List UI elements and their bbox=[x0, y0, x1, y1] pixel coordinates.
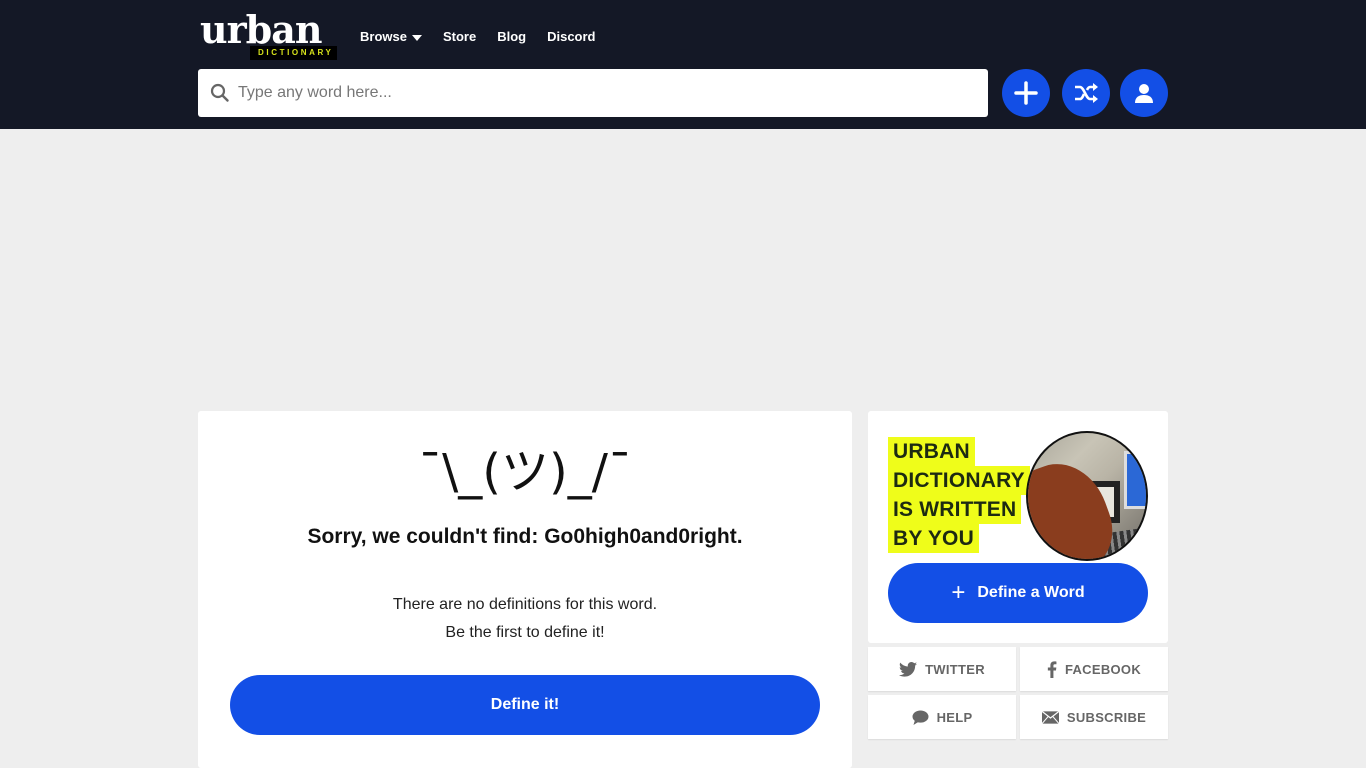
help-button[interactable]: HELP bbox=[868, 695, 1016, 739]
not-found-heading: Sorry, we couldn't find: Go0high0and0rig… bbox=[307, 525, 743, 548]
promo-line: DICTIONARY bbox=[888, 466, 1030, 495]
ad-placeholder bbox=[0, 129, 1366, 411]
user-icon bbox=[1135, 84, 1153, 103]
facebook-button[interactable]: FACEBOOK bbox=[1020, 647, 1168, 691]
shrug-emoticon: ¯\_(ツ)_/¯ bbox=[418, 444, 632, 500]
help-label: HELP bbox=[936, 709, 973, 725]
twitter-button[interactable]: TWITTER bbox=[868, 647, 1016, 691]
define-a-word-label: Define a Word bbox=[977, 584, 1085, 601]
logo-subtitle: DICTIONARY bbox=[250, 46, 338, 60]
nav-blog[interactable]: Blog bbox=[497, 28, 526, 46]
plus-icon bbox=[1014, 81, 1038, 105]
chevron-down-icon bbox=[411, 34, 422, 41]
written-by-you-card: URBAN DICTIONARY IS WRITTEN BY YOU + Def… bbox=[868, 411, 1168, 643]
urban-dictionary-logo[interactable]: urban DICTIONARY bbox=[198, 8, 348, 62]
search-icon bbox=[210, 83, 229, 102]
subscribe-label: SUBSCRIBE bbox=[1066, 709, 1147, 725]
nav-discord[interactable]: Discord bbox=[547, 28, 595, 46]
search-bar bbox=[198, 69, 988, 117]
search-input[interactable] bbox=[238, 84, 988, 102]
subscribe-button[interactable]: SUBSCRIBE bbox=[1020, 695, 1168, 739]
not-found-card: ¯\_(ツ)_/¯ Sorry, we couldn't find: Go0hi… bbox=[198, 411, 852, 768]
promo-line: IS WRITTEN bbox=[888, 495, 1022, 524]
random-word-button[interactable] bbox=[1062, 69, 1110, 117]
envelope-icon bbox=[1041, 710, 1059, 724]
nav-store[interactable]: Store bbox=[443, 28, 476, 46]
typing-cat-image bbox=[1026, 431, 1148, 561]
social-links: TWITTER FACEBOOK HELP SUBSCRIBE bbox=[868, 647, 1168, 739]
site-header: urban DICTIONARY Browse Store Blog Disco… bbox=[0, 0, 1366, 129]
promo-line: BY YOU bbox=[888, 524, 979, 553]
account-button[interactable] bbox=[1120, 69, 1168, 117]
promo-heading: URBAN DICTIONARY IS WRITTEN BY YOU bbox=[888, 437, 1030, 553]
twitter-icon bbox=[899, 661, 918, 677]
add-definition-button[interactable] bbox=[1002, 69, 1050, 117]
nav-browse[interactable]: Browse bbox=[360, 28, 422, 46]
be-first-text: Be the first to define it! bbox=[445, 624, 605, 641]
promo-line: URBAN bbox=[888, 437, 975, 466]
define-it-button[interactable]: Define it! bbox=[230, 675, 820, 735]
no-definitions-text: There are no definitions for this word. bbox=[392, 596, 658, 613]
main-nav: Browse Store Blog Discord bbox=[360, 28, 617, 46]
photo-screen bbox=[1124, 451, 1146, 509]
define-a-word-button[interactable]: + Define a Word bbox=[888, 563, 1148, 623]
facebook-label: FACEBOOK bbox=[1064, 661, 1142, 677]
facebook-icon bbox=[1047, 660, 1057, 678]
twitter-label: TWITTER bbox=[925, 661, 985, 677]
shuffle-icon bbox=[1075, 83, 1098, 103]
plus-icon: + bbox=[951, 579, 966, 606]
chat-icon bbox=[912, 709, 929, 725]
no-definitions-message: There are no definitions for this word. … bbox=[198, 591, 852, 647]
nav-browse-label: Browse bbox=[360, 29, 407, 44]
